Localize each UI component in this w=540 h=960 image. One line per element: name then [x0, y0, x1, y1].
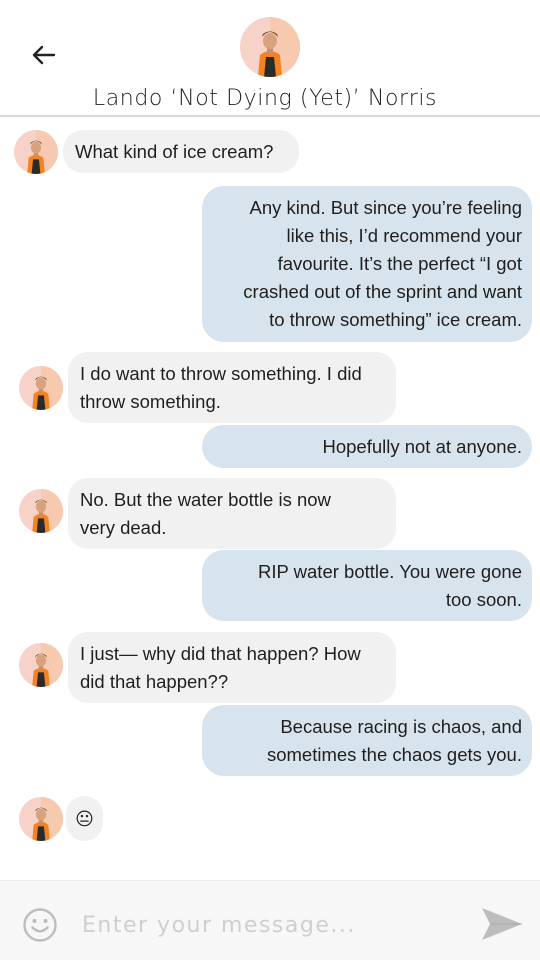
emoji-button[interactable] [22, 907, 58, 943]
send-arrow-icon [482, 908, 522, 940]
outgoing-message: Any kind. But since you’re feeling like … [202, 186, 532, 342]
contact-avatar[interactable] [240, 17, 300, 77]
incoming-message: I do want to throw something. I did thro… [68, 352, 396, 423]
message-text: Any kind. But since you’re feeling like … [243, 197, 522, 330]
message-input[interactable] [82, 909, 462, 941]
contact-name: Lando ‘Not Dying (Yet)’ Norris [92, 86, 438, 111]
smiley-icon [23, 908, 57, 942]
message-text: No. But the water bottle is now very dea… [80, 488, 331, 538]
message-text: RIP water bottle. You were gone too soon… [258, 560, 522, 610]
contact-avatar-small [19, 366, 63, 410]
back-button[interactable] [28, 40, 60, 70]
outgoing-message: Hopefully not at anyone. [202, 425, 532, 468]
contact-avatar-small [19, 797, 63, 841]
message-composer [0, 880, 540, 960]
contact-avatar-small [19, 643, 63, 687]
arrow-left-icon [32, 45, 56, 65]
outgoing-message: RIP water bottle. You were gone too soon… [202, 550, 532, 621]
message-text: Hopefully not at anyone. [322, 435, 522, 457]
message-text: Because racing is chaos, and sometimes t… [266, 715, 522, 765]
message-text: What kind of ice cream? [75, 140, 274, 162]
contact-avatar-small [19, 489, 63, 533]
send-button[interactable] [480, 906, 524, 942]
incoming-message: No. But the water bottle is now very dea… [68, 478, 396, 549]
incoming-message: What kind of ice cream? [63, 130, 299, 173]
message-text: I do want to throw something. I did thro… [80, 362, 362, 412]
outgoing-message: Because racing is chaos, and sometimes t… [202, 705, 532, 776]
incoming-emoji-message: 😐 [66, 796, 103, 841]
neutral-face-emoji: 😐 [75, 808, 94, 829]
incoming-message: I just— why did that happen? How did tha… [68, 632, 396, 703]
chat-header: Lando ‘Not Dying (Yet)’ Norris [0, 0, 540, 117]
contact-avatar-small [14, 130, 58, 174]
message-text: I just— why did that happen? How did tha… [80, 642, 361, 692]
